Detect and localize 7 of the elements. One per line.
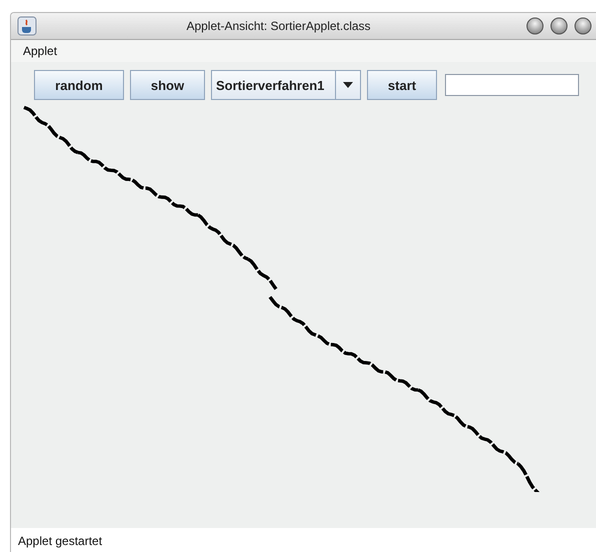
- toolbar-button[interactable]: show: [130, 70, 205, 100]
- sort-method-dropdown[interactable]: Sortierverfahren1: [211, 70, 361, 100]
- toolbar-button[interactable]: start: [367, 70, 437, 100]
- menu-item[interactable]: Applet: [23, 44, 58, 58]
- window-title: Applet-Ansicht: SortierApplet.class: [185, 19, 372, 33]
- status-text: Applet gestartet: [18, 534, 102, 548]
- toolbar-button[interactable]: random: [34, 70, 124, 100]
